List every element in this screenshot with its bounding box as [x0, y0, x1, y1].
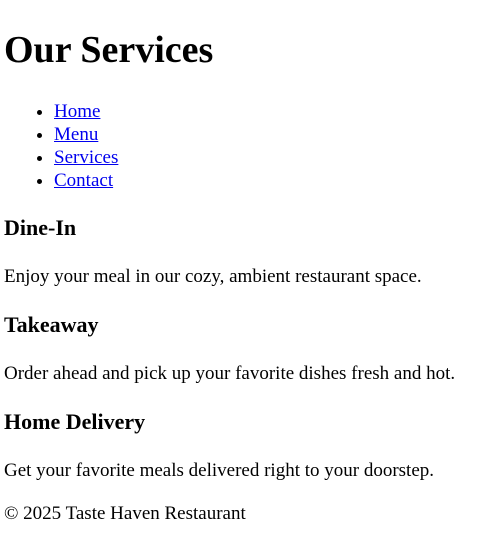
nav-link-home[interactable]: Home — [54, 101, 100, 122]
nav-link-services[interactable]: Services — [54, 147, 118, 168]
nav-item-contact: Contact — [54, 169, 118, 192]
nav-item-services: Services — [54, 146, 118, 169]
service-description-dine-in: Enjoy your meal in our cozy, ambient res… — [4, 266, 422, 287]
service-description-takeaway: Order ahead and pick up your favorite di… — [4, 363, 456, 384]
nav-item-menu: Menu — [54, 123, 118, 146]
nav-link-menu[interactable]: Menu — [54, 124, 98, 145]
page-title: Our Services — [4, 29, 214, 71]
page: Our Services Home Menu Services Contact … — [0, 0, 485, 537]
service-title-home-delivery: Home Delivery — [4, 409, 146, 434]
service-title-takeaway: Takeaway — [4, 312, 99, 337]
service-description-home-delivery: Get your favorite meals delivered right … — [4, 460, 435, 481]
footer-copyright: © 2025 Taste Haven Restaurant — [4, 503, 246, 524]
main-nav: Home Menu Services Contact — [0, 100, 118, 192]
service-title-dine-in: Dine-In — [4, 215, 77, 240]
nav-link-contact[interactable]: Contact — [54, 170, 113, 191]
nav-item-home: Home — [54, 100, 118, 123]
